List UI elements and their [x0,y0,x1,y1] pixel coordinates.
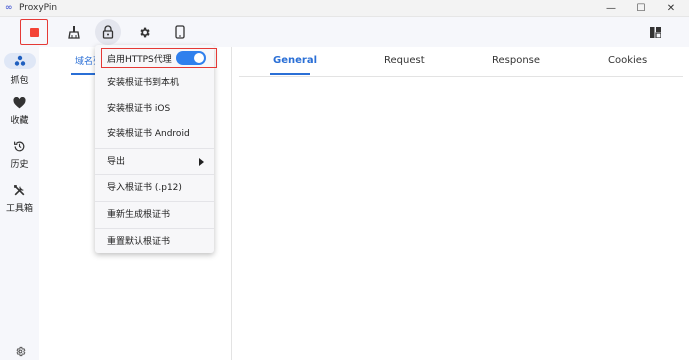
rail-label-tools: 工具箱 [5,204,33,214]
https-proxy-switch[interactable] [176,51,206,65]
layout-toggle-button[interactable] [643,20,667,44]
broom-icon [68,26,80,39]
heart-icon [13,97,26,109]
clear-button[interactable] [62,20,86,44]
app-logo-icon: ∞ [5,3,13,13]
tab-response[interactable]: Response [492,55,540,66]
rail-item-capture[interactable]: 抓包 [0,53,39,86]
layout-icon [649,26,661,38]
capture-icon [3,53,36,69]
tab-cookies[interactable]: Cookies [608,55,647,66]
stop-icon [29,27,39,37]
rail-label-capture: 抓包 [10,76,29,86]
menu-item-export[interactable]: 导出 [95,149,214,175]
rail-item-tools[interactable]: 工具箱 [0,184,39,214]
menu-item-install-local[interactable]: 安装根证书到本机 [95,70,214,96]
toolbar [0,17,689,47]
settings-button[interactable] [132,20,156,44]
phone-icon [175,25,185,39]
active-tab-indicator [270,73,310,75]
stop-capture-button[interactable] [20,19,48,45]
tools-icon [14,185,25,196]
switch-knob [194,53,204,63]
title-bar: ∞ ProxyPin — ☐ ✕ [0,0,689,17]
window-title: ProxyPin [19,3,58,13]
menu-item-install-android[interactable]: 安装根证书 Android [95,121,214,147]
lock-icon [102,25,114,39]
menu-item-install-ios[interactable]: 安装根证书 iOS [95,96,214,122]
settings-icon[interactable] [15,346,26,357]
gear-icon [139,27,150,37]
menu-item-export-label: 导出 [107,157,126,167]
rail-item-favorites[interactable]: 收藏 [0,97,39,126]
rail-label-history: 历史 [10,160,29,170]
menu-item-reset[interactable]: 重置默认根证书 [95,229,214,255]
https-popup-menu: 安装根证书到本机 安装根证书 iOS 安装根证书 Android 导出 导入根证… [95,45,214,253]
minimize-button[interactable]: — [596,0,626,17]
https-proxy-button[interactable] [95,19,121,45]
nav-rail: 抓包 收藏 历史 工具箱 [0,47,39,360]
close-button[interactable]: ✕ [656,0,686,17]
rail-label-favorites: 收藏 [10,116,29,126]
tab-general[interactable]: General [273,55,317,66]
tab-request[interactable]: Request [384,55,425,66]
menu-item-import[interactable]: 导入根证书 (.p12) [95,175,214,201]
app-window: ∞ ProxyPin — ☐ ✕ 抓包 收藏 历史 工具箱 域名列 Genera… [0,0,689,360]
rail-item-history[interactable]: 历史 [0,140,39,170]
menu-item-regenerate[interactable]: 重新生成根证书 [95,202,214,228]
submenu-arrow-icon [199,158,204,166]
https-proxy-toggle-row[interactable]: 启用HTTPS代理 [101,48,217,68]
https-proxy-label: 启用HTTPS代理 [107,55,172,65]
mobile-button[interactable] [168,20,192,44]
detail-panel: General Request Response Cookies [233,47,689,360]
history-icon [14,141,25,152]
maximize-button[interactable]: ☐ [626,0,656,17]
tab-divider [239,76,683,77]
